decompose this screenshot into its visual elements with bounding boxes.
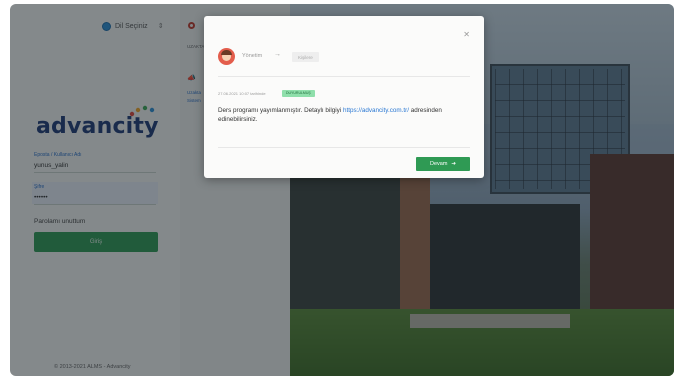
announcement-modal: ✕ Yönetim → Kişilere 27.06.2021 10:07 ta… (204, 16, 484, 178)
arrow-right-icon: ➔ (451, 161, 457, 167)
announcement-text: Ders programı yayımlanmıştır. Detaylı bi… (218, 107, 343, 114)
avatar (218, 48, 235, 65)
continue-button[interactable]: Devam ➔ (416, 157, 470, 171)
announcement-body: Ders programı yayımlanmıştır. Detaylı bi… (218, 106, 470, 124)
announcement-date: 27.06.2021 10:07 tarihinde (218, 91, 266, 96)
announcement-link[interactable]: https://advancity.com.tr/ (343, 107, 409, 114)
status-badge: DUYURULMUŞ (282, 89, 315, 97)
arrow-right-icon: → (274, 51, 281, 58)
divider (218, 147, 470, 148)
continue-button-label: Devam (429, 161, 448, 167)
divider (218, 76, 470, 77)
sender-name: Yönetim (242, 53, 263, 59)
browser-viewport: Dil Seçiniz ⇕ advancity Eposta / Kullanı… (10, 4, 674, 376)
close-icon[interactable]: ✕ (463, 30, 470, 39)
recipient-badge: Kişilere (292, 52, 319, 62)
